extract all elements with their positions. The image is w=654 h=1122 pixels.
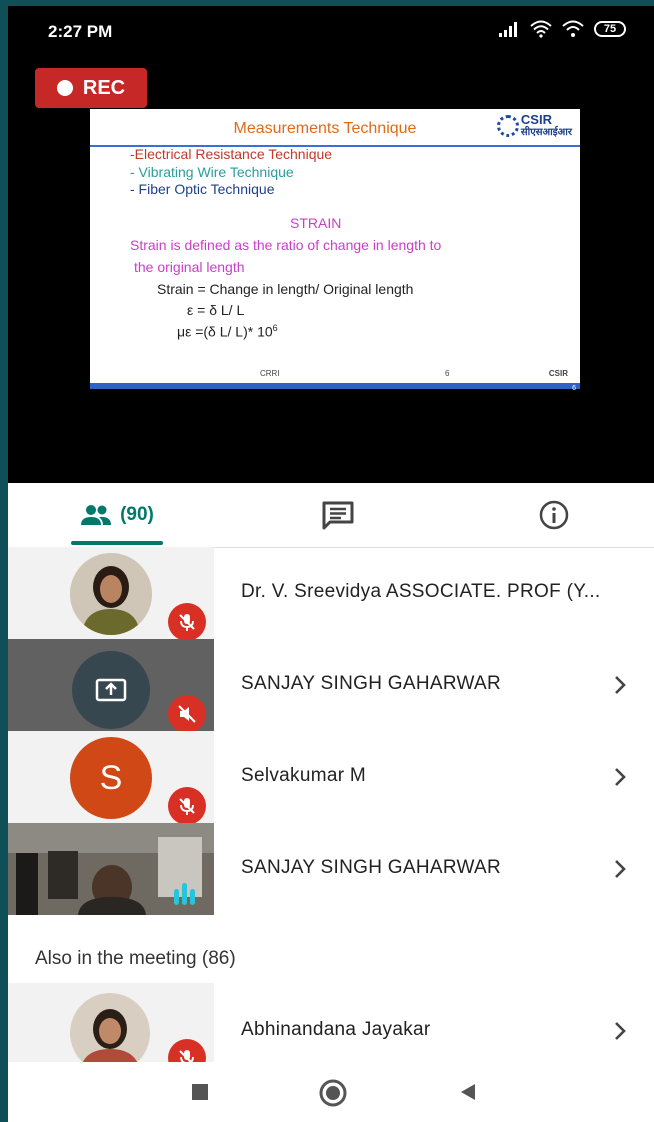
home-button-icon[interactable] bbox=[318, 1078, 348, 1108]
slide-line-definition-2: the original length bbox=[134, 259, 245, 275]
people-count: (90) bbox=[120, 504, 154, 525]
tab-chat[interactable] bbox=[308, 483, 368, 547]
recording-badge: REC bbox=[35, 68, 147, 108]
mic-off-icon bbox=[168, 603, 206, 641]
microstrain-exponent: 6 bbox=[272, 323, 278, 333]
avatar: S bbox=[70, 737, 152, 819]
slide-line-electrical: -Electrical Resistance Technique bbox=[130, 146, 333, 162]
participant-thumbnail bbox=[8, 983, 214, 1077]
slide-footer-right: CSIR bbox=[548, 369, 568, 378]
rec-label: REC bbox=[82, 76, 126, 99]
logo-text-top: CSIR bbox=[520, 112, 552, 127]
camera-feed-icon bbox=[8, 823, 214, 915]
person-photo-icon bbox=[70, 993, 150, 1073]
slide-header: Measurements Technique CSIR सीएसआईआर bbox=[90, 109, 580, 147]
slide-line-epsilon: ε = δ L/ L bbox=[187, 302, 245, 318]
slide-heading-strain: STRAIN bbox=[290, 215, 342, 231]
people-icon bbox=[81, 505, 112, 525]
section-heading-also-in-meeting: Also in the meeting (86) bbox=[35, 948, 236, 969]
participant-video-thumbnail bbox=[8, 823, 214, 915]
gear-logo-icon bbox=[496, 115, 519, 137]
slide-line-vibrating: - Vibrating Wire Technique bbox=[130, 164, 294, 180]
slide-page-number: 6 bbox=[572, 385, 576, 392]
signal-icon bbox=[499, 22, 517, 37]
chat-icon bbox=[322, 501, 354, 530]
chevron-right-icon[interactable] bbox=[608, 1019, 632, 1043]
person-photo-icon bbox=[70, 553, 152, 635]
android-nav-bar bbox=[8, 1062, 654, 1122]
slide-footer: CRRI 6 CSIR 6 bbox=[90, 361, 580, 392]
presenting-avatar bbox=[72, 651, 150, 729]
participant-row[interactable]: Dr. V. Sreevidya ASSOCIATE. PROF (Y... bbox=[8, 547, 654, 641]
slide-footer-mid: 6 bbox=[445, 369, 450, 378]
tab-people[interactable]: (90) bbox=[70, 483, 164, 547]
avatar bbox=[70, 993, 150, 1073]
slide-title: Measurements Technique bbox=[233, 120, 417, 137]
present-screen-icon bbox=[95, 678, 127, 702]
wifi-icon bbox=[530, 20, 552, 38]
logo-text-bottom: सीएसआईआर bbox=[520, 127, 572, 138]
mic-off-icon bbox=[168, 695, 206, 733]
participant-row[interactable]: SANJAY SINGH GAHARWAR bbox=[8, 639, 654, 733]
wifi-secondary-icon bbox=[562, 20, 584, 37]
participant-name: Abhinandana Jayakar bbox=[241, 1019, 431, 1040]
shared-screen: 2:27 PM 75 REC Measurements Technique CS… bbox=[8, 6, 654, 483]
chevron-right-icon[interactable] bbox=[608, 857, 632, 881]
mic-off-icon bbox=[168, 787, 206, 825]
presentation-slide: Measurements Technique CSIR सीएसआईआर -El… bbox=[90, 109, 580, 392]
participant-row[interactable]: Abhinandana Jayakar bbox=[8, 983, 654, 1077]
recents-button-icon[interactable] bbox=[190, 1082, 210, 1102]
participant-row[interactable]: SANJAY SINGH GAHARWAR bbox=[8, 823, 654, 915]
status-time: 2:27 PM bbox=[48, 22, 113, 41]
tab-active-indicator bbox=[71, 541, 163, 545]
slide-line-microstrain: με =(δ L/ L)* 106 bbox=[177, 323, 278, 340]
participant-name: Dr. V. Sreevidya ASSOCIATE. PROF (Y... bbox=[241, 581, 601, 602]
avatar bbox=[70, 553, 152, 635]
participant-thumbnail bbox=[8, 547, 214, 641]
chevron-right-icon[interactable] bbox=[608, 765, 632, 789]
battery-icon: 75 bbox=[594, 21, 626, 37]
info-icon bbox=[539, 500, 569, 530]
csir-logo: CSIR सीएसआईआर bbox=[496, 112, 572, 139]
slide-line-formula: Strain = Change in length/ Original leng… bbox=[157, 281, 414, 297]
slide-footer-left: CRRI bbox=[260, 369, 280, 378]
participant-name: Selvakumar M bbox=[241, 765, 367, 786]
slide-line-definition: Strain is defined as the ratio of change… bbox=[130, 237, 442, 253]
battery-level: 75 bbox=[603, 23, 617, 35]
back-button-icon[interactable] bbox=[458, 1082, 478, 1102]
participant-thumbnail bbox=[8, 639, 214, 733]
chevron-right-icon[interactable] bbox=[608, 673, 632, 697]
slide-line-fiber: - Fiber Optic Technique bbox=[130, 181, 275, 197]
participant-thumbnail: S bbox=[8, 731, 214, 825]
status-icons: 75 bbox=[498, 20, 626, 38]
tab-bar: (90) bbox=[8, 483, 654, 548]
rec-dot-icon bbox=[56, 80, 73, 96]
app-frame: 2:27 PM 75 REC Measurements Technique CS… bbox=[8, 6, 654, 1122]
tab-info[interactable] bbox=[524, 483, 584, 547]
participant-name: SANJAY SINGH GAHARWAR bbox=[241, 857, 502, 878]
microstrain-text: με =(δ L/ L)* 10 bbox=[177, 323, 273, 340]
participant-name: SANJAY SINGH GAHARWAR bbox=[241, 673, 502, 694]
status-bar: 2:27 PM 75 bbox=[8, 6, 654, 58]
participant-row[interactable]: S Selvakumar M bbox=[8, 731, 654, 825]
